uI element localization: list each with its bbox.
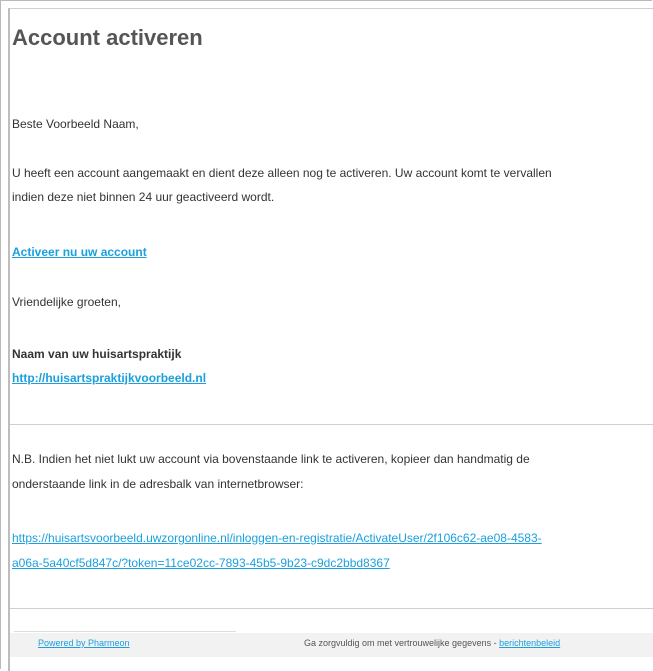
footer-divider [14,631,236,632]
privacy-text: Ga zorgvuldig om met vertrouwelijke gege… [304,638,500,648]
activation-url-paragraph-2: a06a-5a40cf5d847c/?token=11ce02cc-7893-4… [12,552,390,574]
activate-account-link[interactable]: Activeer nu uw account [12,245,147,259]
divider-top [10,424,653,425]
email-body: Account activeren Beste Voorbeeld Naam, … [8,8,653,671]
body-text-line-1: U heeft een account aangemaakt en dient … [12,166,552,180]
activation-url-paragraph-1: https://huisartsvoorbeeld.uwzorgonline.n… [12,527,542,549]
privacy-policy-link[interactable]: berichtenbeleid [499,638,560,648]
note-line-2: onderstaande link in de adresbalk van in… [12,477,304,491]
footer-privacy: Ga zorgvuldig om met vertrouwelijke gege… [304,638,560,648]
activation-url-link-line-1[interactable]: https://huisartsvoorbeeld.uwzorgonline.n… [12,531,542,545]
practice-url-paragraph: http://huisartspraktijkvoorbeeld.nl [12,367,206,389]
email-title: Account activeren [12,25,203,50]
practice-url-link[interactable]: http://huisartspraktijkvoorbeeld.nl [12,371,206,385]
note-line-1: N.B. Indien het niet lukt uw account via… [12,452,530,466]
greeting: Beste Voorbeeld Naam, [12,117,139,131]
powered-by-link[interactable]: Powered by Pharmeon [38,638,130,648]
divider-bottom [10,608,653,609]
closing: Vriendelijke groeten, [12,295,121,309]
email-footer: Powered by Pharmeon Ga zorgvuldig om met… [10,633,653,657]
footer-powered-by: Powered by Pharmeon [38,638,130,648]
activate-link-paragraph: Activeer nu uw account [12,241,147,263]
body-text-line-2: indien deze niet binnen 24 uur geactivee… [12,190,275,204]
activation-url-link-line-2[interactable]: a06a-5a40cf5d847c/?token=11ce02cc-7893-4… [12,556,390,570]
practice-name: Naam van uw huisartspraktijk [12,347,182,361]
